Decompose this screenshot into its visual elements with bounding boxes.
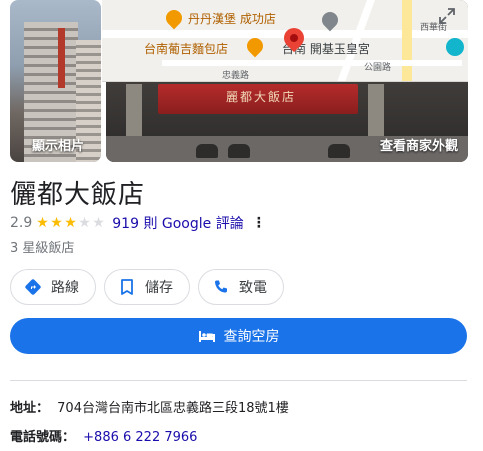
call-button[interactable]: 致電: [198, 269, 284, 305]
photo-tile-left[interactable]: 顯示相片: [10, 0, 101, 162]
address-label: 地址：: [10, 401, 50, 416]
temple-icon: [318, 8, 342, 32]
phone-value[interactable]: +886 6 222 7966: [83, 430, 197, 445]
phone-row: 電話號碼： +886 6 222 7966: [10, 426, 197, 445]
directions-button[interactable]: 路線: [10, 269, 96, 305]
more-vert-icon[interactable]: ⋮: [252, 215, 266, 231]
action-chips: 路線 儲存 致電: [10, 269, 284, 305]
bed-icon: [198, 329, 216, 343]
scooter-image: [196, 144, 218, 158]
star-icon: ★: [64, 215, 77, 231]
star-icon: ★: [92, 215, 105, 231]
show-photos-caption[interactable]: 顯示相片: [32, 135, 84, 154]
star-icon: ★: [50, 215, 63, 231]
address-row: 地址： 704台灣台南市北區忠義路三段18號1樓: [10, 397, 289, 416]
directions-label: 路線: [51, 280, 79, 296]
scooter-image: [328, 144, 350, 158]
street-label: 公園路: [364, 63, 392, 73]
star-icon: ★: [78, 215, 91, 231]
fork-knife-icon: [162, 6, 186, 30]
save-button[interactable]: 儲存: [104, 269, 190, 305]
address-value[interactable]: 704台灣台南市北區忠義路三段18號1樓: [57, 401, 289, 416]
map-thumbnail[interactable]: 丹丹漢堡 成功店 台南葡吉麵包店 台南 開基玉皇宮 西華街 公園路 忠義路: [102, 0, 468, 82]
view-exterior-caption[interactable]: 查看商家外觀: [380, 135, 458, 154]
phone-label: 電話號碼：: [10, 430, 76, 445]
check-availability-button[interactable]: 查詢空房: [10, 318, 467, 354]
phone-icon: [211, 277, 231, 297]
check-availability-label: 查詢空房: [223, 329, 280, 345]
map-poi-label[interactable]: 台南葡吉麵包店: [144, 40, 228, 57]
divider: [10, 380, 467, 381]
scooter-image: [228, 144, 250, 158]
star-icon: ★: [36, 215, 49, 231]
save-label: 儲存: [145, 280, 173, 296]
storefront-sign-text: 麗都大飯店: [225, 90, 296, 104]
star-rating: ★ ★ ★ ★ ★: [36, 216, 106, 230]
map-poi-label[interactable]: 丹丹漢堡 成功店: [188, 10, 276, 27]
fork-knife-icon: [243, 34, 267, 58]
place-title: 儷都大飯店: [10, 180, 146, 210]
map-road: [162, 60, 462, 66]
place-category: 3 星級飯店: [10, 241, 75, 256]
reviews-link[interactable]: 919 則 Google 評論: [112, 213, 243, 233]
bookmark-icon: [117, 277, 137, 297]
directions-icon: [23, 277, 43, 297]
map-poi-icon: [446, 38, 464, 56]
expand-icon-glyph: [439, 8, 455, 24]
map-road-major: [402, 0, 412, 81]
street-label: 忠義路: [222, 71, 250, 81]
call-label: 致電: [239, 280, 267, 296]
vertical-sign-image: [58, 28, 65, 88]
rating-row: 2.9 ★ ★ ★ ★ ★ 919 則 Google 評論 ⋮: [10, 213, 266, 233]
rating-score: 2.9: [10, 215, 33, 231]
photo-strip: 顯示相片 麗都大飯店 查看商家外觀 丹丹漢堡 成功店 台南葡吉麵包店 台南 開基…: [10, 0, 468, 162]
expand-icon[interactable]: [436, 8, 458, 30]
